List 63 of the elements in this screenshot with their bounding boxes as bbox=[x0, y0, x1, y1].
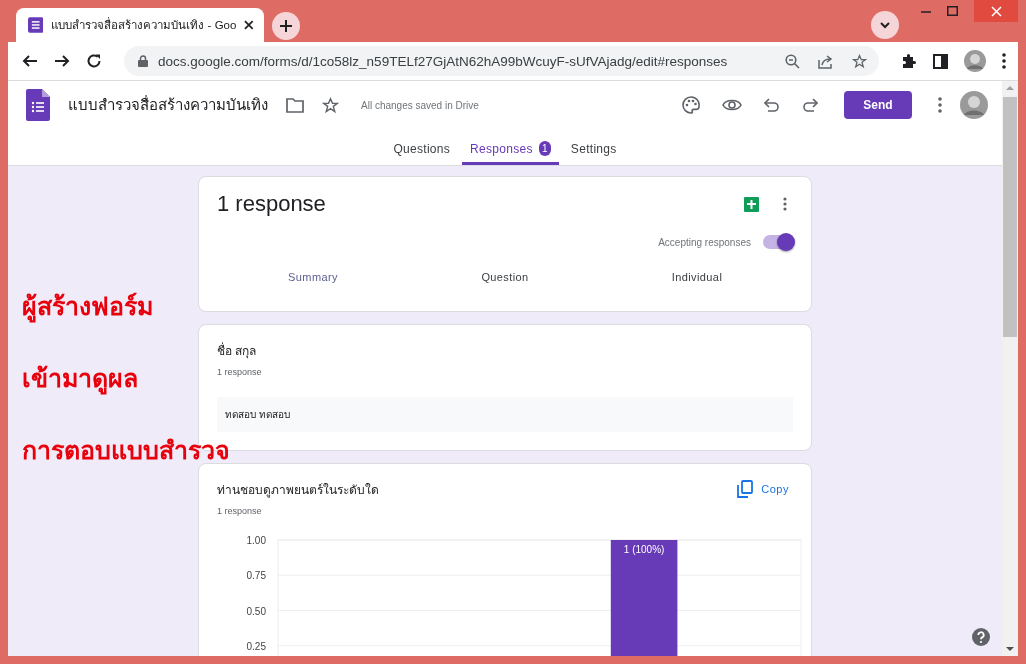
tab-search-icon[interactable] bbox=[871, 11, 899, 39]
data-label: 1 (100%) bbox=[623, 544, 665, 555]
annotation-text: เข้ามาดูผล bbox=[22, 353, 138, 403]
annotation-text: ผู้สร้างฟอร์ม bbox=[22, 281, 153, 331]
tab-title: แบบสำรวจสื่อสร้างความบันเทิง - Goo bbox=[51, 16, 237, 33]
response-count-heading: 1 response bbox=[217, 191, 326, 217]
response-count: 1 response bbox=[217, 367, 263, 377]
forms-icon bbox=[28, 17, 44, 33]
scrollbar[interactable] bbox=[1002, 81, 1018, 656]
lock-icon bbox=[138, 55, 148, 67]
copy-icon bbox=[737, 480, 754, 498]
undo-icon[interactable] bbox=[764, 98, 780, 112]
zoom-icon[interactable] bbox=[785, 53, 800, 69]
copy-button[interactable]: Copy bbox=[733, 480, 793, 498]
star-icon[interactable] bbox=[322, 96, 339, 114]
browser-tab[interactable]: แบบสำรวจสื่อสร้างความบันเทิง - Goo bbox=[16, 8, 264, 42]
close-icon[interactable] bbox=[244, 20, 254, 30]
sheets-icon[interactable] bbox=[744, 196, 759, 212]
axis-tick-label: 0.75 bbox=[246, 570, 266, 582]
close-window-button[interactable] bbox=[974, 0, 1018, 22]
avatar[interactable] bbox=[964, 50, 986, 72]
send-button[interactable]: Send bbox=[844, 91, 912, 119]
more-options-icon[interactable] bbox=[938, 97, 942, 113]
question-title: ชื่อ สกุล bbox=[217, 341, 258, 360]
forward-icon[interactable] bbox=[54, 53, 70, 69]
address-bar[interactable]: docs.google.com/forms/d/1co58lz_n59TELf27GjAtN62hA99bWcuyF-sUfVAjadg/edit#responses bbox=[124, 46, 879, 76]
count-badge: 1 bbox=[538, 141, 551, 156]
back-icon[interactable] bbox=[22, 53, 38, 69]
side-panel-icon[interactable] bbox=[933, 53, 948, 69]
question-title: ท่านชอบดูภาพยนตร์ในระดับใด bbox=[217, 482, 380, 499]
toggle-switch[interactable] bbox=[763, 235, 793, 249]
form-tab[interactable]: Responses 1 bbox=[462, 135, 559, 165]
avatar[interactable] bbox=[960, 91, 988, 119]
share-icon[interactable] bbox=[818, 53, 834, 69]
reload-icon[interactable] bbox=[86, 53, 102, 69]
form-tab[interactable]: Settings bbox=[562, 135, 625, 165]
form-title[interactable]: แบบสำรวจสื่อสร้างความบันเทิง bbox=[68, 93, 268, 117]
new-tab-icon[interactable] bbox=[272, 12, 300, 40]
form-tab[interactable]: Questions bbox=[385, 135, 459, 165]
response-count: 1 response bbox=[217, 506, 263, 516]
palette-icon[interactable] bbox=[682, 96, 700, 114]
answer-row: ทดสอบ ทดสอบ bbox=[217, 397, 793, 432]
view-tab[interactable]: Question bbox=[409, 271, 601, 283]
star-icon[interactable] bbox=[852, 53, 867, 69]
forms-logo-icon[interactable] bbox=[26, 89, 50, 121]
extensions-icon[interactable] bbox=[901, 53, 917, 69]
more-options-icon[interactable] bbox=[783, 197, 787, 211]
close-icon bbox=[990, 5, 1002, 17]
menu-icon[interactable] bbox=[1002, 53, 1006, 69]
save-status: All changes saved in Drive bbox=[361, 99, 479, 111]
preview-eye-icon[interactable] bbox=[722, 98, 742, 112]
axis-tick-label: 0.25 bbox=[246, 640, 266, 652]
axis-tick-label: 0.50 bbox=[246, 605, 266, 617]
scroll-down-icon[interactable] bbox=[1006, 646, 1014, 652]
view-tab[interactable]: Individual bbox=[601, 271, 793, 283]
help-icon[interactable] bbox=[972, 628, 990, 646]
accepting-responses-label: Accepting responses bbox=[658, 236, 751, 248]
annotation-text: การตอบแบบสำรวจ bbox=[22, 435, 230, 466]
folder-icon[interactable] bbox=[286, 97, 304, 113]
maximize-icon[interactable] bbox=[947, 6, 958, 16]
redo-icon[interactable] bbox=[802, 98, 818, 112]
view-tab[interactable]: Summary bbox=[217, 271, 409, 283]
axis-tick-label: 1.00 bbox=[246, 535, 266, 546]
